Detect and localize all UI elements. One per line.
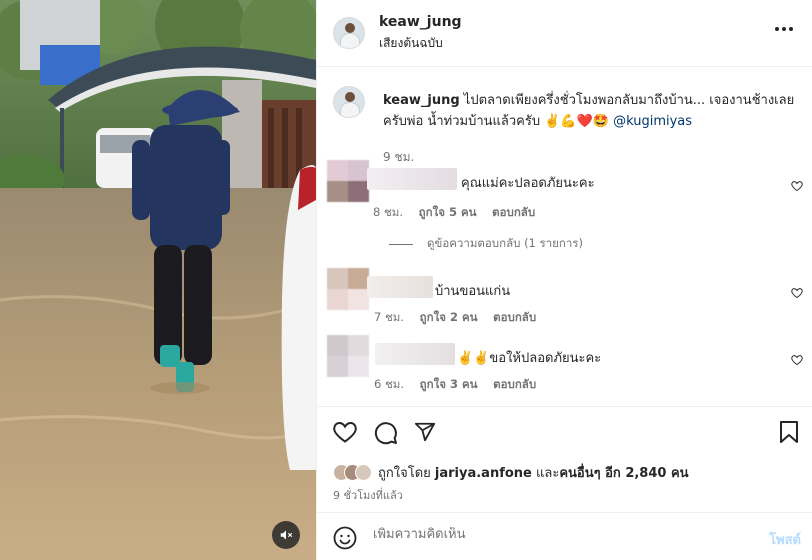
comment-text: บ้านขอนแก่น xyxy=(435,284,511,299)
reply-button[interactable]: ตอบกลับ xyxy=(492,205,535,219)
heart-icon[interactable] xyxy=(791,287,803,299)
liked-by-others[interactable]: คนอื่นๆ อีก 2,840 คน xyxy=(559,466,688,481)
avatar[interactable] xyxy=(355,464,372,481)
post-timestamp[interactable]: 9 ชั่วโมงที่แล้ว xyxy=(333,486,403,504)
liked-by-prefix: ถูกใจโดย xyxy=(378,466,435,481)
comment-like-count[interactable]: ถูกใจ 3 คน xyxy=(420,377,478,391)
view-replies-label: ดูข้อความตอบกลับ (1 รายการ) xyxy=(427,236,583,250)
video-frame-flooded-driveway xyxy=(0,0,316,560)
mute-toggle-button[interactable] xyxy=(272,521,300,549)
heart-icon[interactable] xyxy=(791,354,803,366)
caption-timestamp: 9 ชม. xyxy=(383,150,415,164)
comment-text: ✌️✌️ขอให้ปลอดภัยนะคะ xyxy=(457,351,602,366)
comment-meta: 8 ชม. ถูกใจ 5 คน ตอบกลับ xyxy=(373,204,547,222)
avatar[interactable] xyxy=(333,17,365,49)
comment-timestamp: 6 ชม. xyxy=(374,377,405,391)
author-username[interactable]: keaw_jung xyxy=(379,14,462,30)
caption-username[interactable]: keaw_jung xyxy=(383,93,460,108)
comment-timestamp: 8 ชม. xyxy=(373,205,404,219)
avatar[interactable] xyxy=(327,160,369,202)
comment-meta: 6 ชม. ถูกใจ 3 คน ตอบกลับ xyxy=(374,376,548,394)
muted-speaker-icon xyxy=(280,530,293,540)
bookmark-icon[interactable] xyxy=(779,421,799,443)
comment-meta: 7 ชม. ถูกใจ 2 คน ตอบกลับ xyxy=(374,309,548,327)
send-icon[interactable] xyxy=(414,421,436,443)
avatar[interactable] xyxy=(333,86,365,118)
comments-section[interactable]: keaw_jung ไปตลาดเพียงครึ่งชั่วโมงพอกลับม… xyxy=(317,68,812,406)
post-dialog: keaw_jung เสียงต้นฉบับ keaw_jung ไปตลาดเ… xyxy=(0,0,812,560)
heart-icon[interactable] xyxy=(333,421,357,443)
post-comment-button[interactable]: โพสต์ xyxy=(769,529,801,550)
blurred-username[interactable] xyxy=(367,276,433,298)
liked-by-middle: และ xyxy=(531,466,560,481)
post-action-bar xyxy=(317,406,812,462)
blurred-username[interactable] xyxy=(375,343,455,365)
comment-composer: โพสต์ xyxy=(317,512,812,560)
avatar[interactable] xyxy=(327,268,369,310)
post-video[interactable] xyxy=(0,0,316,560)
post-header: keaw_jung เสียงต้นฉบับ xyxy=(317,0,812,67)
comment-like-count[interactable]: ถูกใจ 5 คน xyxy=(419,205,477,219)
likes-text: ถูกใจโดย jariya.anfone และคนอื่นๆ อีก 2,… xyxy=(378,462,689,483)
caption-text: keaw_jung ไปตลาดเพียงครึ่งชั่วโมงพอกลับม… xyxy=(383,90,803,132)
comment-like-count[interactable]: ถูกใจ 2 คน xyxy=(420,310,478,324)
post-details-panel: keaw_jung เสียงต้นฉบับ keaw_jung ไปตลาดเ… xyxy=(316,0,812,560)
avatar[interactable] xyxy=(327,335,369,377)
comment-input[interactable] xyxy=(373,527,753,542)
audio-label[interactable]: เสียงต้นฉบับ xyxy=(379,34,462,53)
heart-icon[interactable] xyxy=(791,180,803,192)
liked-by-user[interactable]: jariya.anfone xyxy=(435,466,532,481)
more-horizontal-icon[interactable] xyxy=(774,26,794,32)
reply-button[interactable]: ตอบกลับ xyxy=(493,310,536,324)
likes-summary: ถูกใจโดย jariya.anfone และคนอื่นๆ อีก 2,… xyxy=(333,462,689,483)
caption-mention[interactable]: @kugimiyas xyxy=(613,114,692,129)
comment-timestamp: 7 ชม. xyxy=(374,310,405,324)
comment-text: คุณแม่คะปลอดภัยนะคะ xyxy=(461,176,595,191)
blurred-username[interactable] xyxy=(367,168,457,190)
replies-divider xyxy=(389,243,413,245)
comment-icon[interactable] xyxy=(374,421,398,445)
reply-button[interactable]: ตอบกลับ xyxy=(493,377,536,391)
emoji-icon[interactable] xyxy=(333,526,357,550)
view-replies-button[interactable]: ดูข้อความตอบกลับ (1 รายการ) xyxy=(389,235,583,253)
